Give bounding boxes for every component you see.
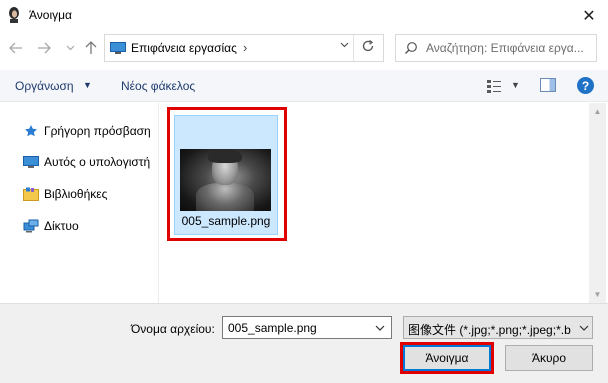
close-button[interactable]: ✕ — [570, 0, 608, 31]
sidebar-item-label: Γρήγορη πρόσβαση — [44, 124, 151, 138]
sidebar-item-network[interactable]: Δίκτυο — [23, 216, 79, 236]
red-highlight-box — [167, 107, 287, 241]
sidebar-item-quick-access[interactable]: Γρήγορη πρόσβαση — [23, 121, 151, 141]
address-divider — [353, 35, 354, 61]
search-box[interactable]: Αναζήτηση: Επιφάνεια εργα... — [395, 34, 597, 62]
network-icon — [23, 219, 39, 233]
navigation-pane: Γρήγορη πρόσβαση Αυτός ο υπολογιστή Βιβλ… — [0, 103, 158, 303]
file-type-filter-value: 图像文件 (*.jpg;*.png;*.jpeg;*.b — [408, 323, 571, 337]
up-arrow-icon[interactable] — [83, 40, 99, 56]
organize-chevron-down-icon[interactable]: ▼ — [83, 80, 92, 90]
star-icon — [23, 124, 39, 138]
address-bar[interactable]: Επιφάνεια εργασίας › — [104, 34, 384, 62]
title-bar: Άνοιγμα ✕ — [0, 0, 608, 31]
cancel-button[interactable]: Άκυρο — [505, 345, 593, 371]
app-icon — [9, 7, 19, 23]
computer-icon — [23, 155, 39, 169]
sidebar-item-this-pc[interactable]: Αυτός ο υπολογιστή — [23, 152, 150, 172]
recent-locations-chevron-down-icon[interactable] — [62, 40, 78, 56]
file-name-chevron-down-icon[interactable] — [375, 323, 385, 333]
window-title: Άνοιγμα — [29, 8, 72, 22]
sidebar-item-label: Δίκτυο — [44, 219, 79, 233]
refresh-icon[interactable] — [358, 39, 378, 57]
desktop-icon — [110, 42, 126, 54]
new-folder-button[interactable]: Νέος φάκελος — [121, 79, 195, 93]
preview-pane-icon[interactable] — [540, 78, 556, 92]
red-highlight-box-button — [400, 342, 494, 374]
view-chevron-down-icon[interactable]: ▼ — [511, 80, 520, 90]
search-input[interactable]: Αναζήτηση: Επιφάνεια εργα... — [426, 41, 594, 55]
sidebar-item-label: Βιβλιοθήκες — [44, 187, 108, 201]
file-name-field-label: Όνομα αρχείου: — [131, 322, 215, 336]
file-name-field[interactable]: 005_sample.png — [222, 316, 392, 339]
organize-button[interactable]: Οργάνωση — [15, 79, 74, 93]
file-type-chevron-down-icon[interactable] — [579, 323, 589, 333]
file-type-filter[interactable]: 图像文件 (*.jpg;*.png;*.jpeg;*.b — [403, 316, 593, 339]
sidebar-item-libraries[interactable]: Βιβλιοθήκες — [23, 184, 107, 204]
scroll-up-icon[interactable]: ▲ — [589, 103, 606, 120]
address-dropdown-chevron-icon[interactable] — [335, 40, 353, 51]
address-text: Επιφάνεια εργασίας — [131, 41, 237, 55]
file-name-field-value[interactable]: 005_sample.png — [228, 321, 317, 335]
scroll-down-icon[interactable]: ▼ — [589, 286, 606, 303]
dialog-footer — [0, 303, 608, 383]
command-bar: Οργάνωση ▼ Νέος φάκελος ▼ ? — [0, 70, 608, 102]
view-options-icon[interactable] — [486, 78, 502, 94]
sidebar-item-label: Αυτός ο υπολογιστή — [44, 155, 151, 169]
vertical-scrollbar[interactable]: ▲ ▼ — [589, 103, 606, 303]
library-icon — [23, 187, 39, 201]
forward-arrow-icon[interactable] — [36, 40, 52, 56]
back-arrow-icon[interactable] — [8, 40, 24, 56]
help-icon[interactable]: ? — [577, 77, 594, 94]
search-icon — [405, 42, 417, 54]
address-chevron-icon[interactable]: › — [243, 40, 247, 55]
